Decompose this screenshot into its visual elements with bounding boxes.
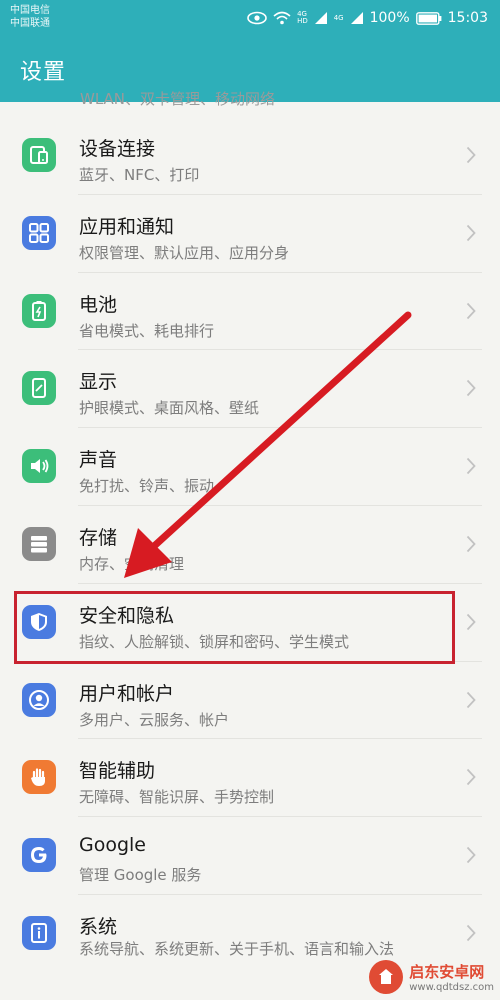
watermark-url: www.qdtdsz.com: [409, 982, 494, 993]
settings-item-title: 智能辅助: [79, 760, 156, 783]
eye-comfort-icon: [247, 11, 267, 25]
watermark: 启东安卓网 www.qdtdsz.com: [369, 960, 494, 994]
network-type-2: 4G: [333, 13, 344, 22]
carrier-info: 中国电信 中国联通: [10, 4, 50, 30]
apps-grid-icon: [22, 215, 56, 250]
settings-item-subtitle: 护眼模式、桌面风格、壁纸: [79, 399, 260, 418]
settings-item-google[interactable]: Google 管理 Google 服务: [0, 816, 500, 894]
status-icons: 4G HD 4G 100% 15:03: [247, 8, 488, 28]
volume-icon: [22, 449, 56, 484]
info-icon: [22, 915, 56, 950]
settings-item-device-connection[interactable]: 设备连接 蓝牙、NFC、打印: [0, 116, 500, 194]
display-icon: [22, 371, 56, 406]
settings-item-smart-assist[interactable]: 智能辅助 无障碍、智能识屏、手势控制: [0, 738, 500, 816]
list-item-peek[interactable]: WLAN、双卡管理、移动网络: [80, 86, 480, 108]
chevron-right-icon: [466, 924, 476, 946]
user-icon: [22, 682, 56, 717]
settings-item-display[interactable]: 显示 护眼模式、桌面风格、壁纸: [0, 349, 500, 427]
settings-item-storage[interactable]: 存储 内存、空间清理: [0, 504, 500, 583]
peek-item-subtitle: WLAN、双卡管理、移动网络: [80, 90, 276, 108]
settings-item-subtitle: 系统导航、系统更新、关于手机、语言和输入法: [79, 939, 395, 958]
settings-item-title: 显示: [79, 371, 118, 394]
chevron-right-icon: [466, 379, 476, 401]
settings-item-subtitle: 无障碍、智能识屏、手势控制: [79, 788, 275, 807]
settings-item-battery[interactable]: 电池 省电模式、耗电排行: [0, 271, 500, 350]
chevron-right-icon: [466, 613, 476, 635]
chevron-right-icon: [466, 535, 476, 557]
clock: 15:03: [447, 10, 488, 26]
battery-percent: 100%: [369, 10, 410, 26]
settings-item-users-accounts[interactable]: 用户和帐户 多用户、云服务、帐户: [0, 660, 500, 739]
chevron-right-icon: [466, 691, 476, 713]
battery-status-icon: [415, 11, 442, 25]
settings-item-subtitle: 权限管理、默认应用、应用分身: [79, 243, 290, 262]
carrier-1: 中国电信: [10, 5, 50, 16]
carrier-2: 中国联通: [10, 18, 50, 29]
highlight-box: [14, 591, 455, 664]
watermark-name: 启东安卓网: [409, 963, 485, 981]
settings-item-title: 设备连接: [79, 138, 156, 160]
settings-item-subtitle: 多用户、云服务、帐户: [79, 710, 230, 729]
chevron-right-icon: [466, 768, 476, 790]
wifi-icon: [273, 11, 291, 25]
watermark-logo-icon: [369, 960, 404, 994]
settings-item-apps[interactable]: 应用和通知 权限管理、默认应用、应用分身: [0, 193, 500, 272]
network-type: 4G HD: [297, 10, 308, 25]
status-bar: 中国电信 中国联通 4G HD 4G 100% 15:03: [0, 0, 500, 38]
storage-icon: [22, 526, 56, 561]
settings-item-title: 电池: [79, 293, 118, 316]
settings-item-title: Google: [79, 834, 147, 857]
chevron-right-icon: [466, 457, 476, 479]
battery-icon: [22, 293, 56, 328]
settings-item-title: 系统: [79, 915, 118, 938]
settings-item-subtitle: 蓝牙、NFC、打印: [79, 166, 200, 184]
chevron-right-icon: [466, 146, 476, 168]
google-icon: [22, 838, 56, 873]
settings-item-sound[interactable]: 声音 免打扰、铃声、振动: [0, 427, 500, 505]
settings-item-subtitle: 省电模式、耗电排行: [79, 321, 215, 340]
signal-icon: [314, 11, 328, 25]
page-title: 设置: [20, 60, 67, 85]
devices-icon: [22, 138, 56, 172]
settings-item-subtitle: 内存、空间清理: [79, 554, 185, 573]
settings-item-title: 应用和通知: [79, 215, 175, 238]
hand-icon: [22, 760, 56, 795]
settings-item-title: 存储: [79, 526, 118, 549]
settings-item-subtitle: 免打扰、铃声、振动: [79, 477, 215, 496]
signal-icon-2: [350, 11, 364, 25]
settings-item-title: 用户和帐户: [79, 682, 175, 705]
settings-item-title: 声音: [79, 449, 118, 472]
chevron-right-icon: [466, 846, 476, 868]
settings-list: 设备连接 蓝牙、NFC、打印 应用和通知 权限管理、默认应用、应用分身 电池 省…: [0, 116, 500, 990]
chevron-right-icon: [466, 224, 476, 246]
settings-item-subtitle: 管理 Google 服务: [79, 866, 202, 885]
chevron-right-icon: [466, 302, 476, 324]
